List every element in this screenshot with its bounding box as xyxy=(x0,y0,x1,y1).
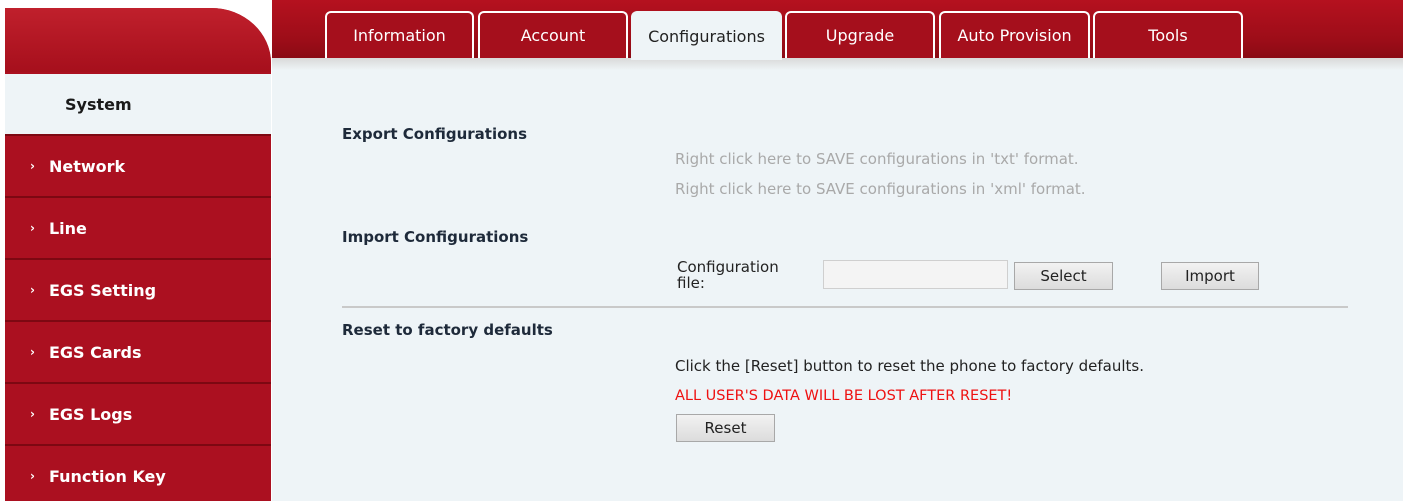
sidebar-item-egs-logs[interactable]: › EGS Logs xyxy=(5,384,271,444)
tab-upgrade[interactable]: Upgrade xyxy=(785,11,935,58)
sidebar-item-label: EGS Setting xyxy=(48,280,157,300)
sidebar-item-label: System xyxy=(65,94,132,114)
configuration-file-label: Configuration file: xyxy=(677,259,779,291)
configuration-file-field[interactable] xyxy=(823,260,1008,289)
select-button[interactable]: Select xyxy=(1014,262,1113,290)
import-button[interactable]: Import xyxy=(1161,262,1259,290)
sidebar-item-label: Line xyxy=(48,218,87,238)
configuration-file-label-line2: file: xyxy=(677,274,705,292)
sidebar-item-egs-cards[interactable]: › EGS Cards xyxy=(5,322,271,382)
export-txt-link[interactable]: Right click here to SAVE configurations … xyxy=(675,150,1079,168)
sidebar-item-function-key[interactable]: › Function Key xyxy=(5,446,271,501)
chevron-right-icon: › xyxy=(30,345,35,359)
sidebar-item-egs-setting[interactable]: › EGS Setting xyxy=(5,260,271,320)
tab-information[interactable]: Information xyxy=(325,11,474,58)
sidebar-item-label: EGS Cards xyxy=(48,342,142,362)
sidebar-item-line[interactable]: › Line xyxy=(5,198,271,258)
export-xml-link[interactable]: Right click here to SAVE configurations … xyxy=(675,180,1086,198)
reset-warning: ALL USER'S DATA WILL BE LOST AFTER RESET… xyxy=(675,388,1013,404)
tab-tools[interactable]: Tools xyxy=(1093,11,1243,58)
section-divider xyxy=(342,306,1348,308)
sidebar-header xyxy=(5,8,271,72)
chevron-right-icon: › xyxy=(30,469,35,483)
sidebar-item-label: EGS Logs xyxy=(48,404,133,424)
header-shadow-strip xyxy=(272,58,1403,70)
sidebar-item-system[interactable]: System xyxy=(5,74,271,134)
reset-section-title: Reset to factory defaults xyxy=(342,321,553,339)
chevron-right-icon: › xyxy=(30,407,35,421)
main-content: Export Configurations Right click here t… xyxy=(272,70,1403,501)
chevron-right-icon: › xyxy=(30,283,35,297)
reset-button[interactable]: Reset xyxy=(676,414,775,442)
tab-auto-provision[interactable]: Auto Provision xyxy=(939,11,1090,58)
import-section-title: Import Configurations xyxy=(342,228,529,246)
reset-description: Click the [Reset] button to reset the ph… xyxy=(675,357,1144,375)
sidebar: System › Network › Line › EGS Setting › … xyxy=(5,8,271,501)
chevron-right-icon: › xyxy=(30,221,35,235)
sidebar-item-network[interactable]: › Network xyxy=(5,136,271,196)
sidebar-item-label: Function Key xyxy=(48,466,166,486)
export-section-title: Export Configurations xyxy=(342,125,528,143)
tab-configurations[interactable]: Configurations xyxy=(631,11,782,60)
tab-account[interactable]: Account xyxy=(478,11,628,58)
configuration-file-label-line1: Configuration xyxy=(677,258,779,276)
chevron-right-icon: › xyxy=(30,159,35,173)
sidebar-item-label: Network xyxy=(48,156,126,176)
